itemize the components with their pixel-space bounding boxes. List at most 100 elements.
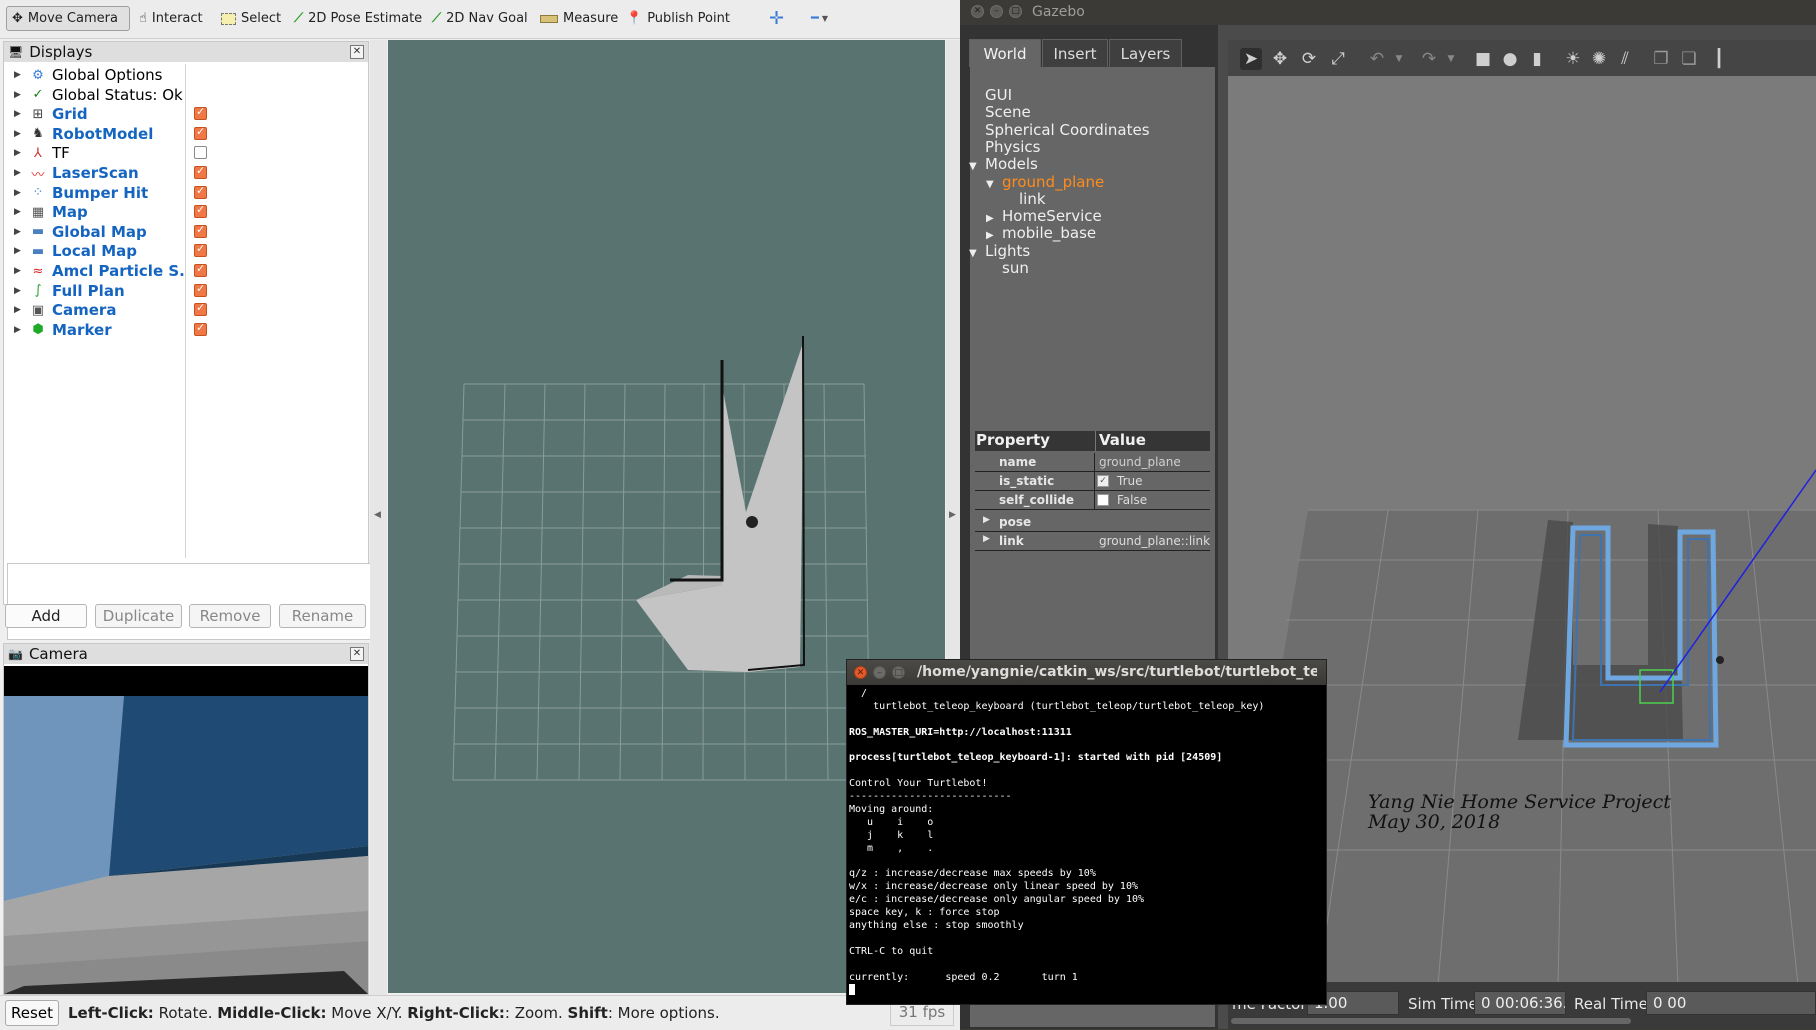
collapse-arrow-icon[interactable]: ▼ [986,179,996,190]
terminal-minimize-button[interactable]: – [873,666,886,679]
expand-arrow-icon[interactable]: ▶ [14,305,21,315]
expand-arrow-icon[interactable]: ▶ [14,168,21,178]
is-static-checkbox[interactable]: ✓ [1097,475,1109,487]
spot-light-button[interactable]: ✺ [1588,48,1610,70]
world-tree-item[interactable]: ▶ HomeService [986,207,1102,225]
display-item[interactable]: ▶ 〰 LaserScan [4,163,368,183]
display-item[interactable]: ▶ ▦ Map [4,202,368,222]
world-tree-item[interactable]: link [1019,190,1046,208]
world-tree-item[interactable]: Spherical Coordinates [985,121,1150,139]
translate-mode-button[interactable]: ✥ [1269,48,1291,70]
world-tree-item[interactable]: GUI [985,86,1012,104]
collapse-arrow-icon[interactable]: ▼ [969,248,979,259]
horizontal-scrollbar[interactable] [1231,1018,1631,1024]
align-button[interactable]: ┃ [1708,48,1730,70]
display-enabled-checkbox[interactable] [194,164,207,179]
display-item[interactable]: ▶ ⅄ TF [4,143,368,163]
terminal-close-button[interactable]: ✕ [854,666,867,679]
add-tool-button[interactable]: ✛ [764,6,789,31]
property-row-name[interactable]: name ground_plane [975,453,1210,472]
display-enabled-checkbox[interactable] [194,321,207,336]
expand-arrow-icon[interactable]: ▶ [14,246,21,256]
remove-display-button[interactable]: Remove [189,604,271,628]
tool-move-camera[interactable]: ✥ Move Camera [6,6,130,31]
self-collide-checkbox[interactable] [1097,494,1109,506]
expand-arrow-icon[interactable]: ▶ [986,213,996,224]
world-tree-item[interactable]: Physics [985,138,1040,156]
display-item[interactable]: ▶ ⬢ Marker [4,320,368,340]
expand-arrow-icon[interactable]: ▶ [14,70,21,80]
tool-2d-nav-goal[interactable]: ⟋ 2D Nav Goal [427,6,533,31]
expand-arrow-icon[interactable]: ▶ [14,188,21,198]
insert-sphere-button[interactable]: ● [1499,48,1521,70]
copy-button[interactable]: ❐ [1650,48,1672,70]
tab-insert[interactable]: Insert [1042,39,1108,67]
display-enabled-checkbox[interactable] [194,125,207,140]
display-enabled-checkbox[interactable] [194,105,207,121]
rotate-mode-button[interactable]: ⟳ [1298,48,1320,70]
undo-history-button[interactable]: ▼ [1388,48,1410,70]
tool-2d-pose-estimate[interactable]: ⟋ 2D Pose Estimate [289,6,427,31]
tab-layers[interactable]: Layers [1109,39,1182,67]
terminal-window[interactable]: ✕ – □ /home/yangnie/catkin_ws/src/turtle… [846,659,1327,1005]
expand-arrow-icon[interactable]: ▶ [14,325,21,335]
select-mode-button[interactable]: ➤ [1240,48,1262,70]
point-light-button[interactable]: ☀ [1562,48,1584,70]
display-item[interactable]: ▶ ≈ Amcl Particle S... [4,261,368,281]
terminal-maximize-button[interactable]: □ [892,666,905,679]
property-row-self-collide[interactable]: self_collide False [975,491,1210,510]
world-tree-item[interactable]: ▼ Models [969,155,1038,173]
paste-button[interactable]: ❏ [1678,48,1700,70]
insert-box-button[interactable]: ■ [1472,48,1494,70]
insert-cylinder-button[interactable]: ▮ [1526,48,1548,70]
expand-arrow-icon[interactable]: ▶ [14,129,21,139]
add-display-button[interactable]: Add [5,604,87,628]
directional-light-button[interactable]: ⫽ [1614,48,1636,70]
expand-arrow-icon[interactable]: ▶ [986,230,996,241]
close-icon[interactable]: ✕ [350,647,364,661]
display-item[interactable]: ▶ ♞ RobotModel [4,124,368,144]
display-item[interactable]: ▶ ✓ Global Status: Ok [4,85,368,105]
terminal-output[interactable]: / turtlebot_teleop_keyboard (turtlebot_t… [849,688,1324,1002]
expand-arrow-icon[interactable]: ▶ [14,286,21,296]
maximize-window-button[interactable]: □ [1009,5,1022,18]
expand-arrow-icon[interactable]: ▶ [14,90,21,100]
display-enabled-checkbox[interactable] [194,184,207,199]
scale-mode-button[interactable]: ⤢ [1327,48,1349,70]
display-item[interactable]: ▶ ▬ Global Map [4,222,368,242]
display-item[interactable]: ▶ ▣ Camera [4,300,368,320]
property-row-is-static[interactable]: is_static ✓ True [975,472,1210,491]
expand-arrow-icon[interactable]: ▶ [14,148,21,158]
world-tree-item[interactable]: ▶ mobile_base [986,224,1096,242]
close-window-button[interactable]: ✕ [971,5,984,18]
display-item[interactable]: ▶ ⁘ Bumper Hit [4,183,368,203]
display-enabled-checkbox[interactable] [194,242,207,258]
close-icon[interactable]: ✕ [350,45,364,59]
world-tree-item[interactable]: Scene [985,103,1031,121]
collapse-arrow-icon[interactable]: ▼ [969,161,979,172]
display-item[interactable]: ▶ ⚙ Global Options [4,65,368,85]
tool-publish-point[interactable]: 📍 Publish Point [621,6,735,31]
duplicate-display-button[interactable]: Duplicate [95,604,182,628]
expand-arrow-icon[interactable]: ▶ [14,227,21,237]
reset-button[interactable]: Reset [5,1000,59,1026]
tool-measure[interactable]: Measure [535,6,623,31]
display-enabled-checkbox[interactable] [194,203,207,219]
expand-arrow-icon[interactable]: ▶ [14,109,21,119]
property-row-pose[interactable]: ▶ pose [975,513,1210,532]
display-enabled-checkbox[interactable] [194,223,207,238]
display-item[interactable]: ▶ ⊞ Grid [4,104,368,124]
display-enabled-checkbox[interactable] [194,146,207,160]
world-tree-item[interactable]: sun [1002,259,1029,277]
display-enabled-checkbox[interactable] [194,262,207,277]
expand-arrow-icon[interactable]: ▶ [14,207,21,217]
property-row-link[interactable]: ▶ link ground_plane::link [975,532,1210,551]
redo-history-button[interactable]: ▼ [1440,48,1462,70]
expand-arrow-icon[interactable]: ▶ [14,266,21,276]
tab-world[interactable]: World [969,39,1041,67]
tool-select[interactable]: Select [216,6,286,31]
tool-interact[interactable]: ☝ Interact [134,6,208,31]
world-tree-item[interactable]: ▼ Lights [969,242,1030,260]
remove-tool-button[interactable]: ━ ▼ [806,6,833,31]
undo-button[interactable]: ↶ [1366,48,1388,70]
